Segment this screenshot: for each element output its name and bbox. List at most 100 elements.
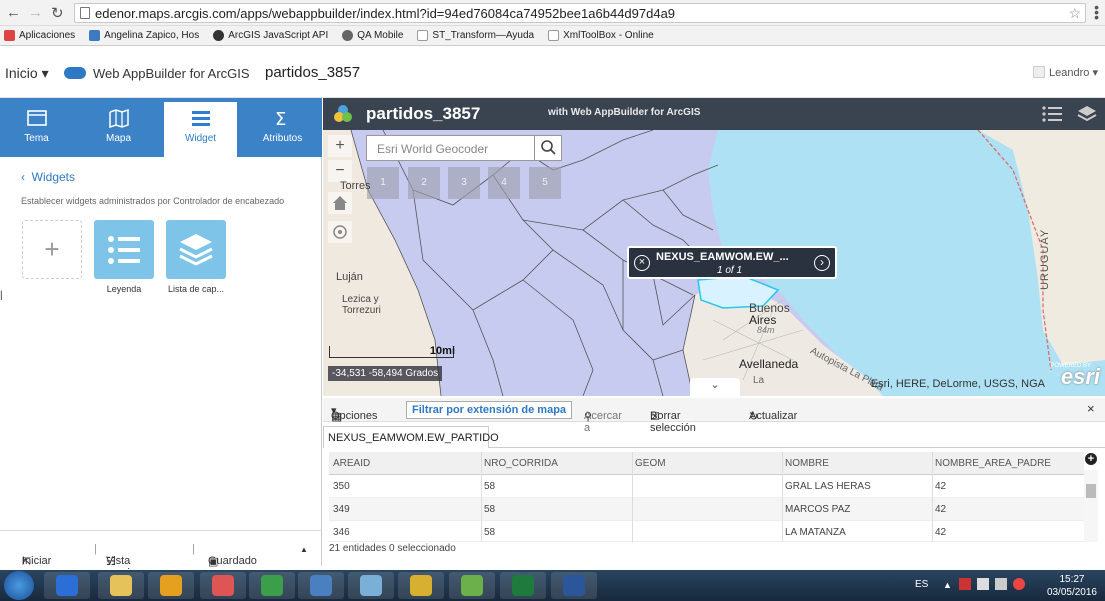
ie-icon (56, 575, 78, 596)
outlook-icon (160, 575, 182, 596)
attribute-tab[interactable]: NEXUS_EAMWOM.EW_PARTIDO (323, 426, 499, 448)
language-indicator[interactable]: ES (915, 579, 928, 590)
tab-map[interactable]: Mapa (82, 98, 155, 157)
search-button[interactable] (534, 136, 561, 160)
tray-volume-icon[interactable] (1013, 578, 1025, 590)
system-tray: ES ▲ 15:27 03/05/2016 (905, 570, 1105, 601)
back-icon[interactable]: ← (6, 4, 21, 21)
taskbar-app-media[interactable] (200, 572, 246, 599)
taskbar-app-chrome[interactable] (249, 572, 295, 599)
bookmark-2-button[interactable]: 2 (408, 167, 440, 199)
bookmarks-bar: Aplicaciones Angelina Zapico, Hos ArcGIS… (0, 26, 1105, 46)
taskbar-app-word[interactable] (551, 572, 597, 599)
svg-text:Σ: Σ (275, 109, 286, 128)
widgets-back-link[interactable]: ‹ Widgets (21, 170, 75, 184)
tab-widget[interactable]: Widget (164, 102, 237, 157)
column-header[interactable]: NRO_CORRIDA (484, 458, 558, 469)
builder-header: Inicio ▾ Web AppBuilder for ArcGIS parti… (0, 46, 1105, 98)
locate-button[interactable] (328, 221, 352, 243)
bookmark-apps[interactable]: Aplicaciones (4, 30, 75, 41)
locate-icon (333, 225, 347, 239)
taskbar-app-app4[interactable] (449, 572, 495, 599)
layers-icon[interactable] (1076, 103, 1098, 125)
clock[interactable]: 15:27 03/05/2016 (1047, 573, 1097, 599)
apps-icon (4, 30, 15, 41)
cell: LA MATANZA (785, 527, 846, 538)
tray-expand-icon[interactable]: ▲ (943, 580, 952, 590)
start-button[interactable] (4, 571, 34, 600)
home-button[interactable] (328, 192, 352, 214)
taskbar-app-app1[interactable] (298, 572, 344, 599)
tray-flag-icon[interactable] (959, 578, 971, 590)
bookmark-angelina[interactable]: Angelina Zapico, Hos (89, 30, 199, 41)
tray-icon[interactable] (977, 578, 989, 590)
home-menu[interactable]: Inicio ▾ (5, 65, 49, 82)
widget-icon (191, 111, 210, 126)
map-label-torres: Torres (340, 180, 371, 192)
table-row[interactable]: 346 58 LA MATANZA 42 (329, 521, 1084, 542)
next-icon[interactable]: › (814, 255, 830, 271)
cell: GRAL LAS HERAS (785, 481, 871, 492)
add-column-icon[interactable]: + (1085, 453, 1097, 465)
map-attribution: Esri, HERE, DeLorme, USGS, NGA (870, 378, 1045, 390)
cell: 42 (935, 504, 947, 515)
column-header[interactable]: NOMBRE (785, 458, 829, 469)
table-row[interactable]: 349 58 MARCOS PAZ 42 (329, 498, 1084, 521)
widget-legend-label: Leyenda (106, 284, 142, 294)
bookmark-5-button[interactable]: 5 (529, 167, 561, 199)
feature-popup[interactable]: × NEXUS_EAMWOM.EW_... 1 of 1 › (627, 246, 837, 279)
close-icon[interactable]: × (1087, 401, 1095, 416)
cell: 346 (333, 527, 350, 538)
address-bar[interactable]: edenor.maps.arcgis.com/apps/webappbuilde… (74, 3, 1086, 23)
add-widget-button[interactable]: + (22, 220, 82, 279)
options-menu[interactable]: ▦ Opciones ▾ (331, 404, 377, 423)
filter-extent-toggle[interactable]: Filtrar por extensión de mapa (406, 401, 573, 419)
bookmark-st-transform[interactable]: ST_Transform—Ayuda (417, 30, 534, 41)
reload-icon[interactable]: ↻ (51, 4, 64, 22)
tray-network-icon[interactable] (995, 578, 1007, 590)
app-header-subtitle: with Web AppBuilder for ArcGIS (548, 107, 701, 118)
user-menu[interactable]: Leandro ▾ (1033, 66, 1098, 79)
column-header[interactable]: AREAID (333, 458, 370, 469)
bookmark-3-button[interactable]: 3 (448, 167, 480, 199)
app3-icon (410, 575, 432, 596)
map-view[interactable]: Esri World Geocoder + − 1 2 3 4 5 Torres… (323, 130, 1105, 396)
column-header[interactable]: GEOM (635, 458, 666, 469)
bookmark-4-button[interactable]: 4 (488, 167, 520, 199)
excel-icon (512, 575, 534, 596)
star-icon[interactable]: ☆ (1068, 5, 1081, 22)
forward-icon[interactable]: → (28, 4, 43, 21)
explorer-icon (110, 575, 132, 596)
tab-attributes[interactable]: Σ Atributos (246, 98, 319, 157)
taskbar-app-outlook[interactable] (148, 572, 194, 599)
taskbar-app-app2[interactable] (348, 572, 394, 599)
zoom-in-button[interactable]: + (328, 135, 352, 157)
column-header[interactable]: NOMBRE_AREA_PADRE (935, 458, 1051, 469)
widget-legend[interactable] (94, 220, 154, 279)
widget-layer-list[interactable] (166, 220, 226, 279)
search-input[interactable]: Esri World Geocoder (377, 142, 488, 156)
bookmark-qa-mobile[interactable]: QA Mobile (342, 30, 403, 41)
collapse-table-button[interactable]: ⌄ (690, 378, 740, 396)
table-scrollbar[interactable] (1084, 470, 1098, 542)
bookmark-1-button[interactable]: 1 (367, 167, 399, 199)
bookmark-xmltoolbox[interactable]: XmlToolBox - Online (548, 30, 654, 41)
attribute-toolbar: ▦ Opciones ▾ Filtrar por extensión de ma… (323, 398, 1105, 434)
table-row[interactable]: 350 58 GRAL LAS HERAS 42 (329, 475, 1084, 498)
chrome-icon (261, 575, 283, 596)
taskbar-app-ie[interactable] (44, 572, 90, 599)
taskbar-app-excel[interactable] (500, 572, 546, 599)
taskbar-app-app3[interactable] (398, 572, 444, 599)
scroll-thumb[interactable] (1086, 484, 1096, 498)
menu-icon[interactable]: • • • (1094, 0, 1099, 24)
taskbar-app-explorer[interactable] (98, 572, 144, 599)
geocoder-search[interactable]: Esri World Geocoder (366, 135, 562, 161)
bookmark-arcgis-js[interactable]: ArcGIS JavaScript API (213, 30, 328, 41)
tab-theme[interactable]: Tema (0, 98, 73, 157)
list-icon[interactable] (1041, 105, 1063, 123)
chevron-down-icon: ⌄ (710, 379, 720, 391)
zoom-out-button[interactable]: − (328, 160, 352, 182)
save-dropdown-icon[interactable]: ▲ (300, 545, 308, 554)
close-icon[interactable]: × (634, 255, 650, 271)
widget-layer-list-label: Lista de cap... (167, 284, 225, 294)
